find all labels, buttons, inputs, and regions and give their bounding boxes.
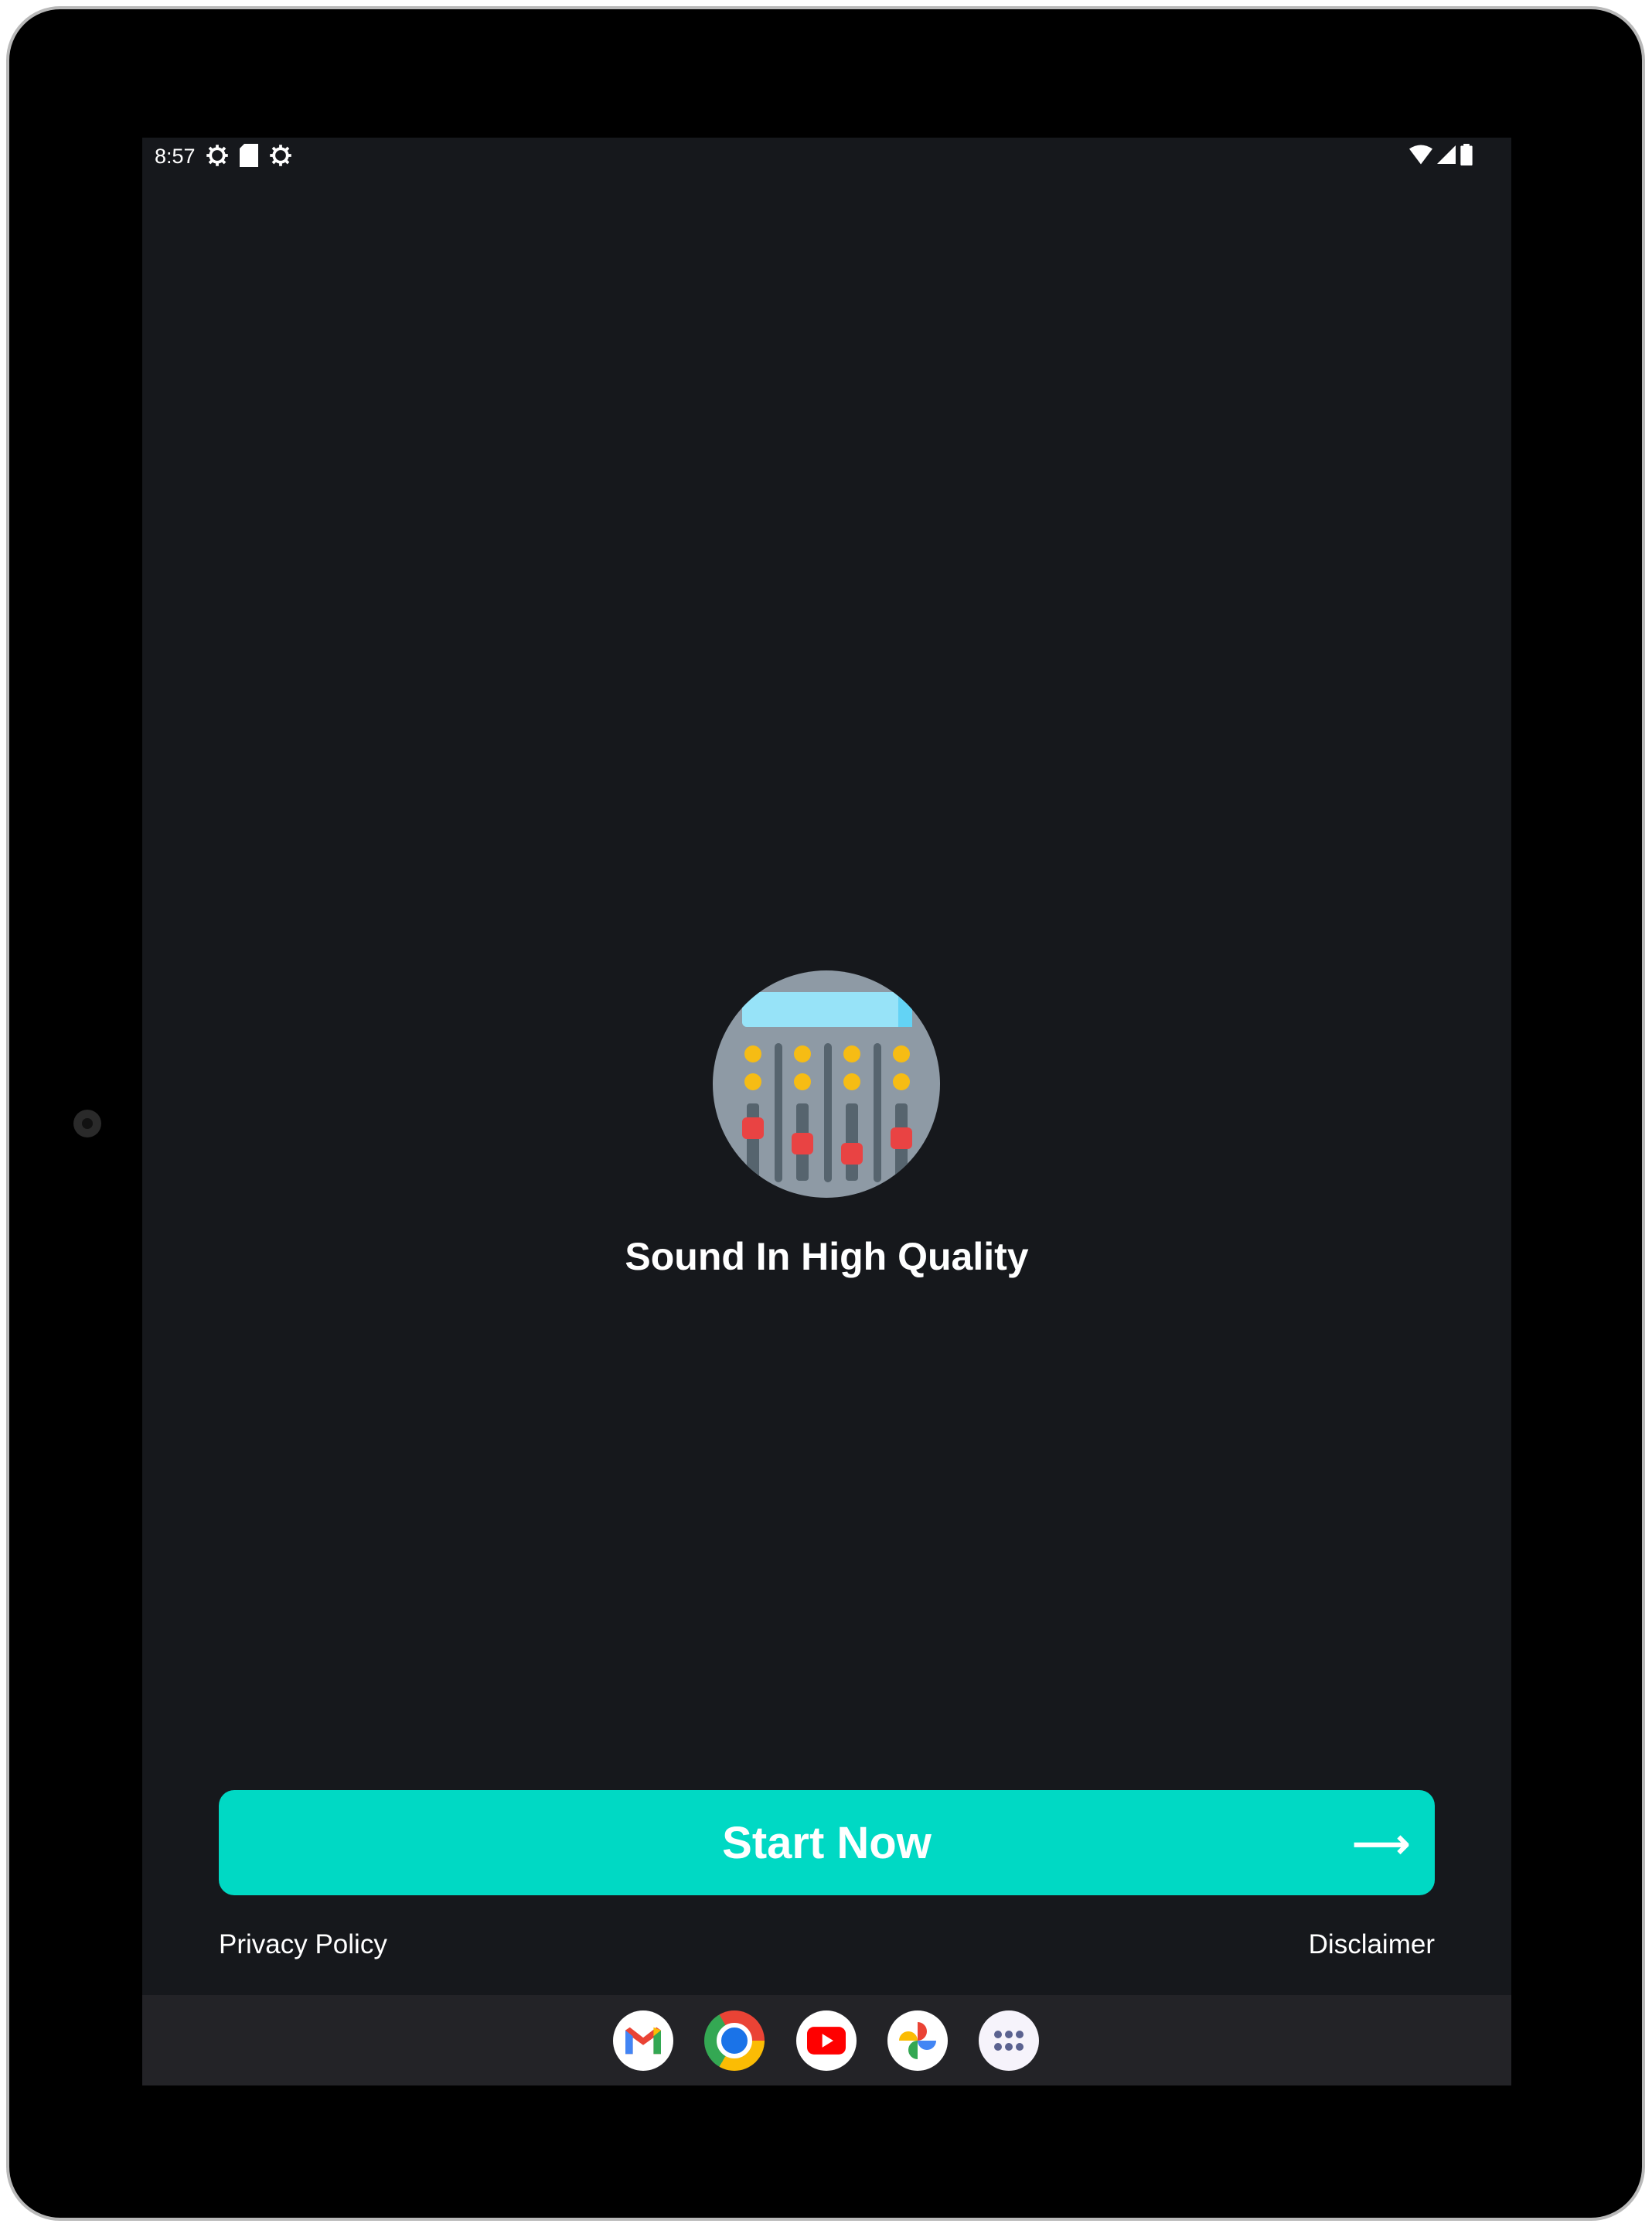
start-now-label: Start Now — [722, 1817, 932, 1868]
chrome-icon[interactable] — [704, 2010, 765, 2071]
app-drawer-icon[interactable] — [979, 2010, 1039, 2071]
wifi-icon — [1409, 145, 1432, 165]
battery-icon — [1460, 144, 1473, 165]
privacy-policy-link[interactable]: Privacy Policy — [219, 1929, 387, 1960]
settings-icon — [206, 145, 228, 166]
app-tagline: Sound In High Quality — [625, 1235, 1029, 1278]
disclaimer-link[interactable]: Disclaimer — [1309, 1929, 1435, 1960]
status-time: 8:57 — [155, 145, 196, 168]
sd-card-icon — [240, 144, 258, 167]
settings-icon — [270, 145, 291, 166]
screen: 8:57 Sound In High Quality Start Now ⟶ P… — [142, 138, 1511, 2085]
google-photos-icon[interactable] — [887, 2010, 948, 2071]
gmail-icon[interactable] — [613, 2010, 673, 2071]
status-bar: 8:57 — [142, 138, 1511, 176]
start-now-button[interactable]: Start Now ⟶ — [219, 1790, 1435, 1895]
taskbar-dock — [142, 1995, 1511, 2085]
audio-mixer-icon — [713, 970, 940, 1198]
signal-icon — [1437, 145, 1456, 164]
youtube-icon[interactable] — [796, 2010, 857, 2071]
front-camera — [73, 1110, 101, 1137]
arrow-right-icon: ⟶ — [1352, 1822, 1410, 1867]
